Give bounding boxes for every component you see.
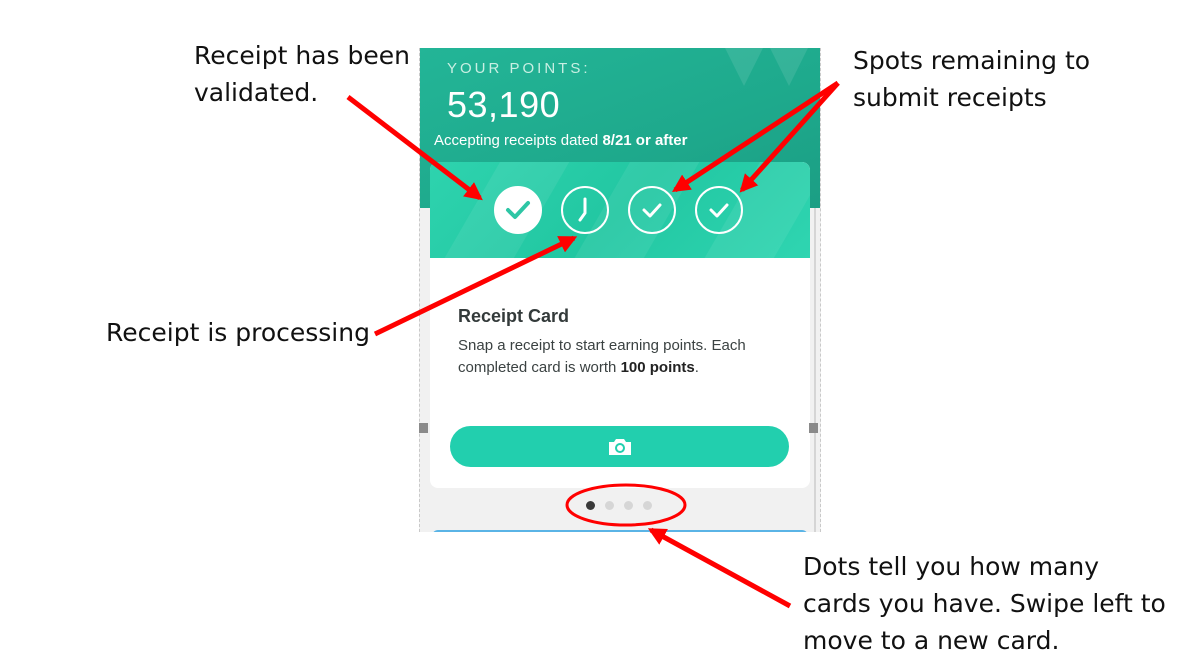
resize-handle-right bbox=[809, 423, 818, 433]
description-points: 100 points bbox=[620, 359, 695, 376]
check-icon bbox=[709, 203, 729, 218]
description-period: . bbox=[694, 359, 699, 376]
annotation-dots-explanation: Dots tell you how many cards you have. S… bbox=[803, 552, 1166, 655]
decor-stripe bbox=[430, 162, 576, 324]
pagination-dots[interactable] bbox=[586, 501, 652, 510]
next-card-edge bbox=[432, 530, 808, 532]
page-dot-active[interactable] bbox=[586, 501, 595, 510]
accept-prefix: Accepting receipts dated bbox=[434, 132, 603, 149]
accept-date-text: Accepting receipts dated 8/21 or after bbox=[434, 132, 687, 149]
resize-handle-left bbox=[419, 423, 428, 433]
snap-receipt-button[interactable] bbox=[450, 426, 789, 467]
spot-processing bbox=[561, 186, 609, 234]
page-dot[interactable] bbox=[643, 501, 652, 510]
annotation-receipt-processing: Receipt is processing bbox=[106, 318, 370, 347]
check-icon bbox=[642, 203, 662, 218]
receipt-card[interactable]: Receipt Card Snap a receipt to start ear… bbox=[430, 162, 810, 488]
description-text: Snap a receipt to start earning points. … bbox=[458, 337, 746, 376]
spot-open bbox=[628, 186, 676, 234]
accept-date: 8/21 or after bbox=[602, 132, 688, 149]
camera-icon bbox=[608, 438, 631, 455]
decor-stripe bbox=[684, 162, 810, 324]
receipt-spots-area bbox=[430, 162, 810, 324]
check-icon bbox=[506, 201, 530, 219]
spot-open bbox=[695, 186, 743, 234]
points-label: YOUR POINTS: bbox=[447, 60, 591, 77]
page-dot[interactable] bbox=[624, 501, 633, 510]
app-screen: YOUR POINTS: 53,190 Accepting receipts d… bbox=[419, 48, 821, 532]
points-value: 53,190 bbox=[447, 84, 561, 125]
arrow-to-dots bbox=[647, 527, 792, 609]
annotation-spots-remaining: Spots remaining to submit receipts bbox=[853, 46, 1091, 112]
banner-decoration bbox=[720, 48, 768, 86]
card-title: Receipt Card bbox=[458, 306, 570, 326]
page-dot[interactable] bbox=[605, 501, 614, 510]
banner-decoration bbox=[765, 48, 813, 86]
scroll-track bbox=[814, 208, 816, 532]
card-description: Snap a receipt to start earning points. … bbox=[458, 335, 788, 379]
annotation-receipt-validated: Receipt has been validated. bbox=[194, 41, 410, 107]
clock-icon bbox=[578, 197, 587, 222]
spot-validated bbox=[494, 186, 542, 234]
